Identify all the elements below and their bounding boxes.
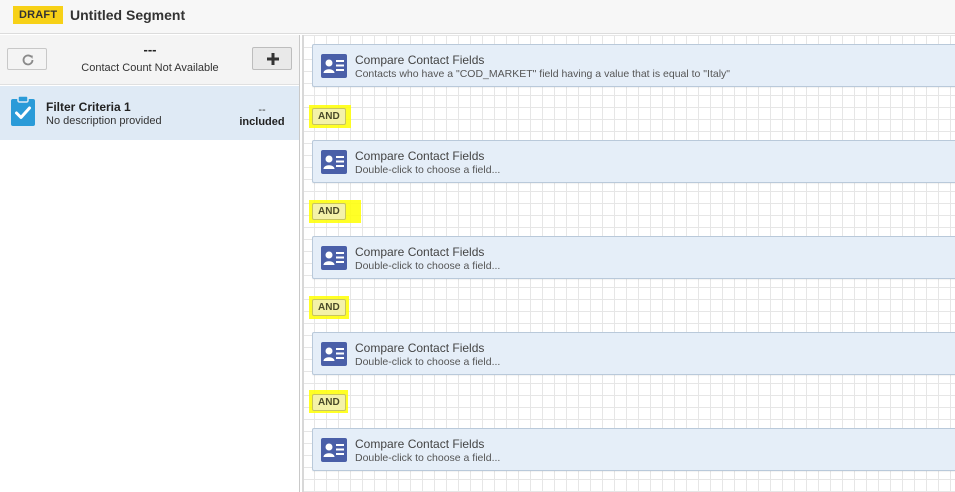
refresh-button[interactable]	[7, 48, 47, 70]
segment-header: DRAFT Untitled Segment	[0, 0, 955, 34]
contact-count-label: Contact Count Not Available	[81, 62, 219, 74]
contact-card-icon	[321, 342, 347, 366]
filter-description: Double-click to choose a field...	[355, 452, 501, 464]
count-toolbar: --- Contact Count Not Available	[0, 35, 299, 85]
criteria-count: --	[258, 104, 266, 116]
and-operator[interactable]: AND	[312, 203, 346, 220]
contact-card-icon	[321, 54, 347, 78]
and-operator[interactable]: AND	[312, 108, 346, 125]
filter-description: Double-click to choose a field...	[355, 164, 501, 176]
filter-description: Contacts who have a "COD_MARKET" field h…	[355, 68, 731, 80]
filter-card[interactable]: Compare Contact Fields Double-click to c…	[312, 428, 955, 471]
contact-card-icon	[321, 246, 347, 270]
filter-criteria-item[interactable]: Filter Criteria 1 No description provide…	[0, 86, 299, 140]
and-operator[interactable]: AND	[312, 394, 346, 411]
criteria-name: Filter Criteria 1	[46, 100, 131, 114]
refresh-icon	[22, 54, 34, 66]
add-criteria-button[interactable]	[252, 47, 292, 70]
criteria-panel: --- Contact Count Not Available Filter C…	[0, 35, 300, 492]
and-operator[interactable]: AND	[312, 299, 346, 316]
filter-card[interactable]: Compare Contact Fields Contacts who have…	[312, 44, 955, 87]
filter-title: Compare Contact Fields	[355, 53, 485, 67]
contact-card-icon	[321, 150, 347, 174]
filter-card[interactable]: Compare Contact Fields Double-click to c…	[312, 236, 955, 279]
filter-description: Double-click to choose a field...	[355, 260, 501, 272]
segment-title[interactable]: Untitled Segment	[70, 7, 185, 23]
draft-badge: DRAFT	[13, 6, 64, 24]
filter-card[interactable]: Compare Contact Fields Double-click to c…	[312, 332, 955, 375]
filter-title: Compare Contact Fields	[355, 149, 485, 163]
filter-description: Double-click to choose a field...	[355, 356, 501, 368]
clipboard-check-icon	[11, 95, 35, 126]
filter-card[interactable]: Compare Contact Fields Double-click to c…	[312, 140, 955, 183]
filter-title: Compare Contact Fields	[355, 437, 485, 451]
contact-card-icon	[321, 438, 347, 462]
plus-icon	[267, 53, 279, 65]
criteria-included-label: included	[239, 116, 285, 128]
panel-splitter[interactable]	[302, 35, 304, 492]
filter-title: Compare Contact Fields	[355, 341, 485, 355]
filter-title: Compare Contact Fields	[355, 245, 485, 259]
criteria-description: No description provided	[46, 115, 162, 127]
contact-count-value: ---	[143, 42, 157, 57]
segment-canvas[interactable]: Compare Contact Fields Contacts who have…	[302, 35, 955, 492]
